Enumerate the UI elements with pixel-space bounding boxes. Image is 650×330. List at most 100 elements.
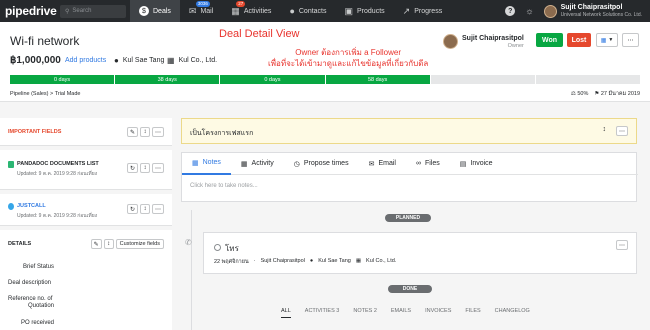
more-actions-button[interactable]: ⋯	[622, 33, 639, 47]
person-icon: ●	[289, 6, 295, 16]
nav-item-deals[interactable]: $ Deals	[130, 0, 180, 22]
activity-card[interactable]: โทร 22 พฤศจิกายน · Sujit Chaiprasitpol ●…	[203, 232, 637, 274]
filter-activities[interactable]: ACTIVITIES 3	[305, 308, 340, 318]
updown-icon: ↕	[143, 165, 147, 171]
tab-activity[interactable]: ▦ Activity	[231, 153, 284, 175]
more-button[interactable]: ⋯	[152, 163, 164, 173]
owner-avatar	[443, 34, 458, 49]
calendar-icon: ▦	[240, 160, 248, 168]
app-logo[interactable]: pipedrive	[5, 4, 57, 18]
search-icon: ⚲	[65, 8, 70, 15]
filter-files[interactable]: FILES	[465, 308, 480, 318]
activity-title[interactable]: โทร	[225, 242, 239, 255]
nav-item-contacts[interactable]: ● Contacts	[280, 0, 335, 22]
close-date[interactable]: ⚑ 27 มีนาคม 2019	[594, 90, 640, 98]
deal-person[interactable]: ● Kul Sae Tang	[114, 56, 164, 65]
important-fields-title: IMPORTANT FIELDS	[8, 129, 62, 135]
probability-icon: ⚖	[570, 91, 576, 97]
planned-badge: PLANNED	[385, 214, 431, 222]
tab-email[interactable]: ✉ Email	[359, 153, 406, 175]
filter-all[interactable]: ALL	[281, 308, 291, 318]
activity-composer: ▦ Notes ▦ Activity ◷ Propose times ✉ Email ∞…	[181, 152, 638, 202]
building-icon: ▦	[355, 258, 362, 264]
reorder-button[interactable]: ↕	[140, 127, 150, 137]
user-name: Sujit Chaiprasitpol	[560, 4, 623, 11]
stage-2[interactable]: 0 days	[220, 75, 325, 84]
more-icon: ⋯	[619, 128, 625, 135]
tab-label: Activity	[251, 160, 274, 167]
chevron-down-icon: ▼	[608, 37, 614, 43]
activity-person[interactable]: Kul Sae Tang	[318, 258, 351, 266]
pipeline-stages: 0 days 38 days 0 days 58 days	[10, 75, 641, 84]
deal-title[interactable]: Wi-fi network	[10, 34, 79, 48]
stage-3[interactable]: 58 days	[325, 75, 430, 84]
refresh-button[interactable]: ↻	[126, 163, 138, 173]
owner-role: Owner	[507, 43, 524, 49]
reorder-button[interactable]: ↕	[140, 163, 150, 173]
edit-button[interactable]: ✎	[126, 127, 138, 137]
pandadoc-title[interactable]: PANDADOC DOCUMENTS LIST	[17, 161, 99, 167]
search-input[interactable]: ⚲ Search	[60, 4, 126, 18]
filter-count: 2	[373, 308, 377, 314]
deal-organization[interactable]: ▦ Kul Co., Ltd.	[167, 56, 217, 65]
stage-5[interactable]	[535, 75, 641, 84]
justcall-title[interactable]: JUSTCALL	[17, 203, 46, 209]
edit-button[interactable]: ✎	[90, 239, 102, 249]
filter-label: NOTES	[353, 308, 373, 314]
more-button[interactable]: ⋯	[152, 204, 164, 214]
owner-selector[interactable]: Sujit Chaiprasitpol Owner ▼	[443, 34, 542, 49]
view-options-button[interactable]: ▦ ▼	[596, 33, 618, 47]
nav-item-progress[interactable]: ↗ Progress	[394, 0, 452, 22]
reorder-button[interactable]: ↕	[140, 204, 150, 214]
updown-icon[interactable]: ↕	[603, 126, 607, 136]
tab-propose-times[interactable]: ◷ Propose times	[284, 153, 359, 175]
nav-item-activities[interactable]: ▦ 27 Activities	[222, 0, 280, 22]
tab-label: Propose times	[303, 160, 349, 167]
tab-notes[interactable]: ▦ Notes	[182, 153, 231, 175]
more-icon: ⋯	[619, 242, 625, 249]
lost-button[interactable]: Lost	[567, 33, 591, 47]
mark-done-checkbox[interactable]	[214, 244, 221, 251]
reorder-button[interactable]: ↕	[103, 239, 114, 249]
deal-value[interactable]: ฿1,000,000	[10, 55, 61, 66]
field-brief-status: Brief Status	[22, 264, 54, 270]
stage-0[interactable]: 0 days	[10, 75, 115, 84]
lightbulb-icon[interactable]: ☼	[525, 6, 533, 16]
refresh-button[interactable]: ↻	[126, 204, 138, 214]
probability[interactable]: ⚖ 50%	[571, 91, 588, 97]
help-icon[interactable]: ?	[505, 6, 516, 16]
more-button[interactable]: ⋯	[152, 127, 164, 137]
more-button[interactable]: ⋯	[616, 240, 628, 250]
filter-invoices[interactable]: INVOICES	[425, 308, 451, 318]
pencil-icon: ✎	[129, 129, 135, 136]
nav-item-products[interactable]: ▣ Products	[336, 0, 394, 22]
deal-org-name: Kul Co., Ltd.	[178, 57, 218, 64]
user-avatar	[543, 4, 557, 18]
nav-item-mail[interactable]: ✉ 3036 Mail	[180, 0, 222, 22]
composer-tabs: ▦ Notes ▦ Activity ◷ Propose times ✉ Email ∞…	[182, 153, 638, 175]
won-button[interactable]: Won	[536, 33, 563, 47]
breadcrumb[interactable]: Pipeline (Sales) > Trial Made	[10, 91, 80, 97]
activity-org[interactable]: Kul Co., Ltd.	[366, 258, 396, 266]
details-panel: DETAILS ✎ ↕ Customize fields Brief Statu…	[0, 230, 172, 330]
activity-date: 22 พฤศจิกายน	[214, 259, 249, 265]
filter-notes[interactable]: NOTES 2	[353, 308, 377, 318]
more-button[interactable]: ⋯	[616, 126, 628, 136]
nav-item-label: Deals	[153, 7, 171, 15]
pinned-note[interactable]: เป็นโครงการเฟสแรก ↕ ⋯	[181, 118, 637, 144]
customize-fields-button[interactable]: Customize fields	[115, 239, 164, 249]
filter-emails[interactable]: EMAILS	[391, 308, 411, 318]
user-menu[interactable]: Sujit Chaiprasitpol Universal Network So…	[543, 4, 642, 18]
stage-1[interactable]: 38 days	[115, 75, 220, 84]
tab-invoice[interactable]: ▤ Invoice	[450, 153, 503, 175]
notes-input[interactable]: Click here to take notes...	[190, 183, 258, 189]
deal-header: Wi-fi network Deal Detail View Owner ต้อ…	[0, 22, 650, 102]
filter-changelog[interactable]: CHANGELOG	[495, 308, 530, 318]
add-products-link[interactable]: Add products	[65, 57, 106, 64]
tab-files[interactable]: ∞ Files	[406, 153, 450, 175]
details-title: DETAILS	[8, 241, 32, 247]
activity-owner[interactable]: Sujit Chaiprasitpol	[261, 258, 305, 266]
history-filters: ALL ACTIVITIES 3 NOTES 2 EMAILS INVOICES…	[281, 308, 530, 318]
stage-4[interactable]	[430, 75, 535, 84]
nav-item-label: Progress	[414, 7, 443, 15]
